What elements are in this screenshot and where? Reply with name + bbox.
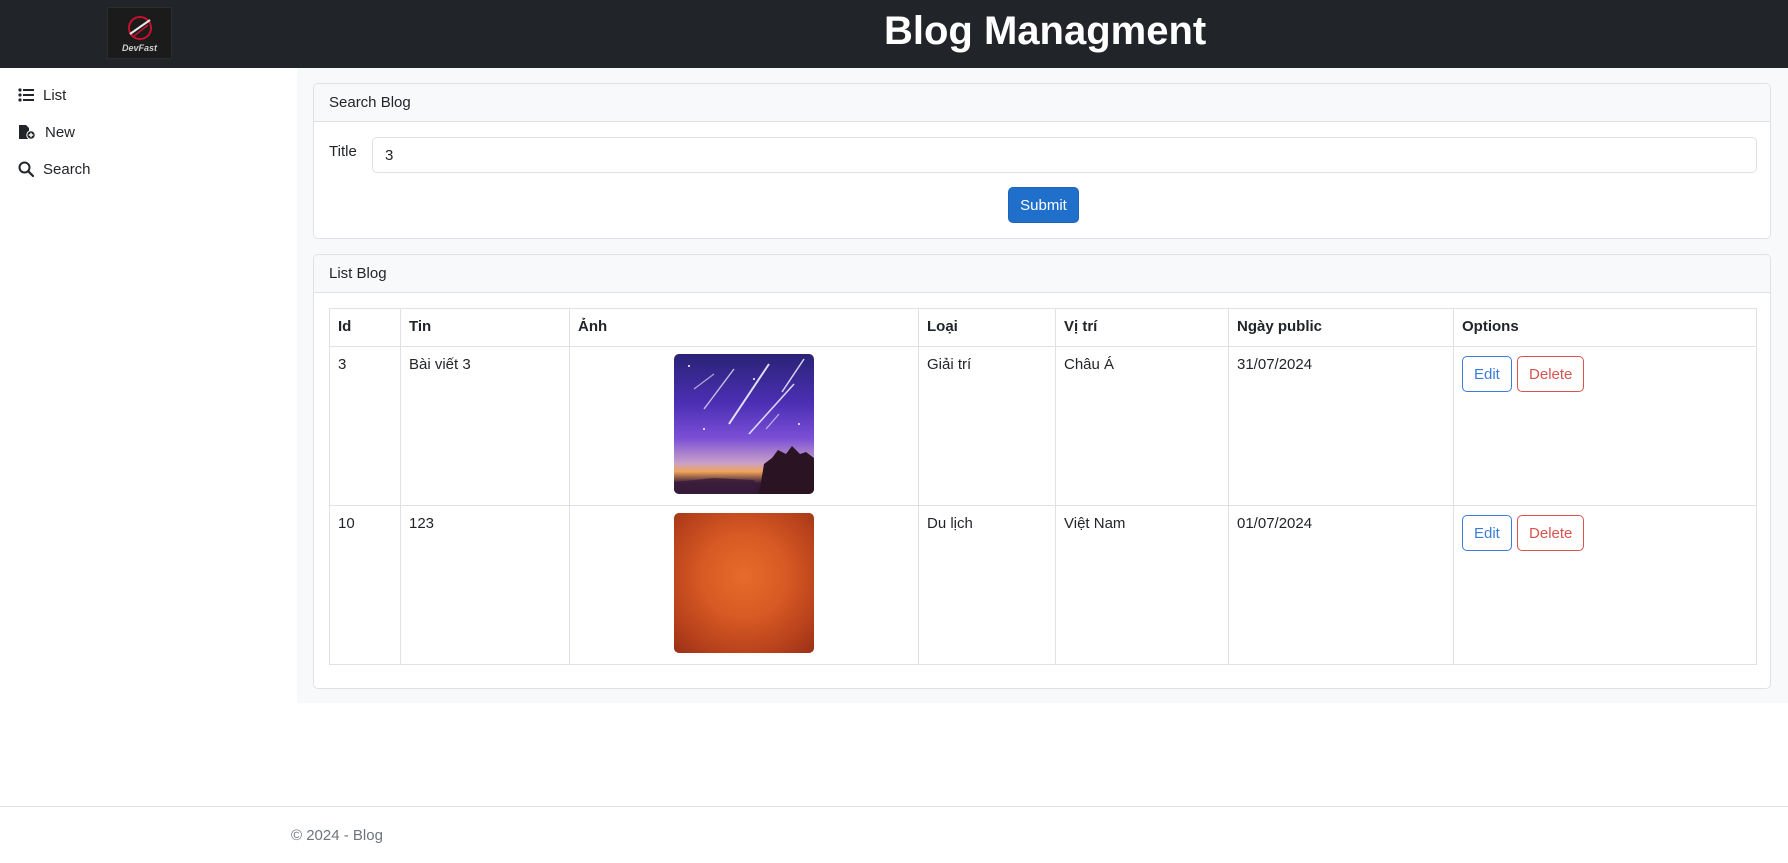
sidebar-item-label: Search (43, 160, 91, 178)
top-navbar: DevFast Blog Managment (0, 0, 1788, 68)
title-search-input[interactable] (372, 137, 1757, 173)
cell-options: Edit Delete (1453, 346, 1757, 506)
logo-text: DevFast (121, 43, 157, 53)
new-file-icon (19, 125, 36, 140)
edit-button[interactable]: Edit (1462, 515, 1512, 551)
blog-thumbnail-image (674, 354, 814, 494)
table-header-row: Id Tin Ảnh Loại Vị trí Ngày public Optio… (329, 308, 1757, 347)
cell-image (569, 346, 919, 506)
meteor-illustration-icon (674, 358, 814, 494)
column-header-tin: Tin (400, 308, 570, 347)
cell-loai: Du lịch (918, 505, 1056, 665)
table-row: 3 Bài viết 3 Giải trí Châu Á 31/07/2024 … (329, 346, 1757, 506)
column-header-loai: Loại (918, 308, 1056, 347)
edit-button[interactable]: Edit (1462, 356, 1512, 392)
list-icon (18, 88, 34, 102)
cell-vi-tri: Việt Nam (1055, 505, 1229, 665)
devfast-logo[interactable]: DevFast (107, 7, 172, 59)
table-row: 10 123 Du lịch Việt Nam 01/07/2024 Edit … (329, 505, 1757, 665)
blog-thumbnail-image (674, 513, 814, 653)
main-content: Search Blog Title Submit List Blog Id Ti… (297, 68, 1788, 703)
page-title: Blog Managment (884, 9, 1207, 53)
cell-id: 3 (329, 346, 401, 506)
list-blog-card: List Blog Id Tin Ảnh Loại Vị trí Ngày pu… (313, 254, 1771, 689)
delete-button[interactable]: Delete (1517, 515, 1585, 551)
search-blog-card: Search Blog Title Submit (313, 83, 1771, 239)
footer-copyright: © 2024 - Blog (291, 827, 383, 844)
column-header-vi-tri: Vị trí (1055, 308, 1229, 347)
cell-loai: Giải trí (918, 346, 1056, 506)
cell-id: 10 (329, 505, 401, 665)
footer: © 2024 - Blog (0, 806, 1788, 863)
cell-vi-tri: Châu Á (1055, 346, 1229, 506)
cell-ngay-public: 31/07/2024 (1228, 346, 1454, 506)
title-label: Title (329, 143, 357, 160)
column-header-id: Id (329, 308, 401, 347)
blog-table: Id Tin Ảnh Loại Vị trí Ngày public Optio… (329, 308, 1757, 665)
sidebar-item-new[interactable]: New (18, 119, 75, 145)
cell-options: Edit Delete (1453, 505, 1757, 665)
card-header: Search Blog (314, 84, 1770, 122)
search-icon (18, 161, 34, 177)
delete-button[interactable]: Delete (1517, 356, 1585, 392)
sidebar-item-label: New (45, 123, 76, 141)
column-header-anh: Ảnh (569, 308, 919, 347)
logo-mark-icon (128, 16, 152, 40)
column-header-options: Options (1453, 308, 1757, 347)
sidebar-item-list[interactable]: List (18, 82, 66, 108)
sidebar-item-label: List (43, 86, 67, 104)
cell-ngay-public: 01/07/2024 (1228, 505, 1454, 665)
card-header: List Blog (314, 255, 1770, 293)
sidebar: List New Search (0, 68, 297, 703)
cell-image (569, 505, 919, 665)
cell-tin: Bài viết 3 (400, 346, 570, 506)
column-header-ngay-public: Ngày public (1228, 308, 1454, 347)
cell-tin: 123 (400, 505, 570, 665)
sidebar-item-search[interactable]: Search (18, 156, 91, 182)
submit-button[interactable]: Submit (1008, 187, 1079, 223)
